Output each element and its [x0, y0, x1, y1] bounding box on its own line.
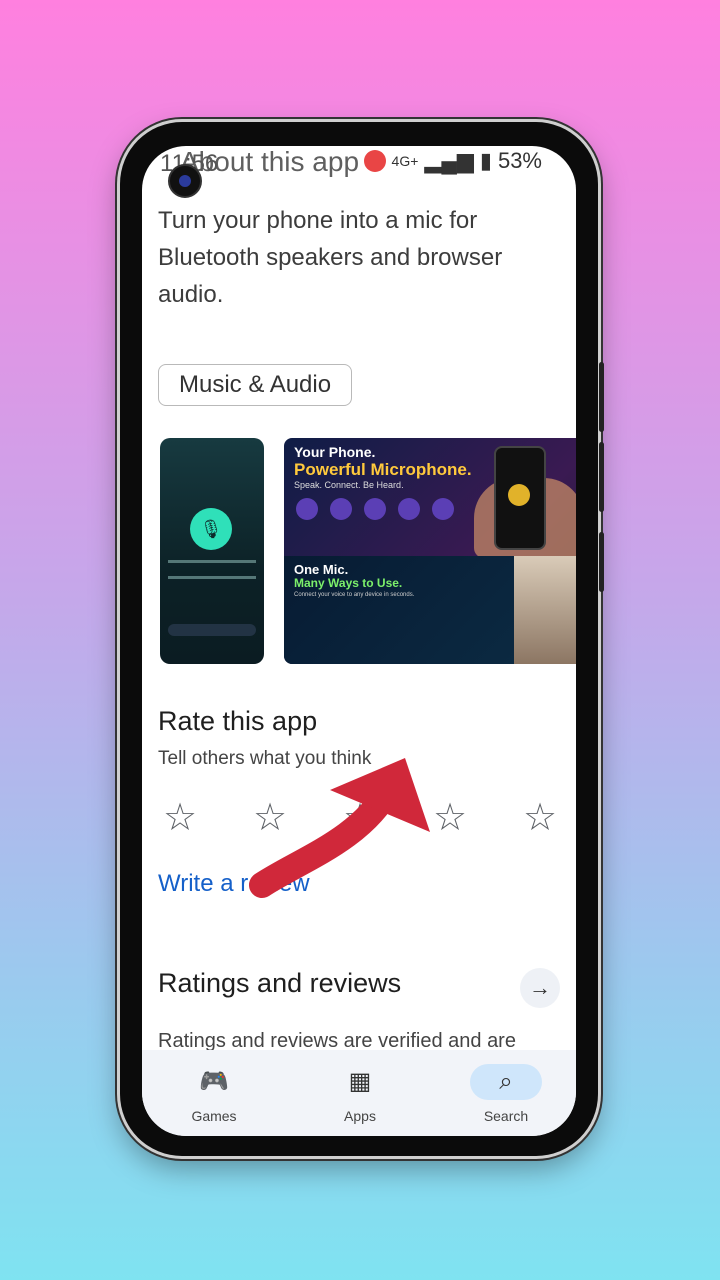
screen-record-icon	[363, 150, 386, 172]
write-review-link[interactable]: Write a review	[158, 870, 310, 898]
ratings-arrow-icon[interactable]: →	[520, 968, 560, 1008]
star-5-icon[interactable]: ☆	[520, 798, 560, 838]
screen: About this app 11:56 4G+ ▂▄▆ ▮ 53% Turn …	[142, 146, 576, 1136]
promo-headline: Powerful Microphone.	[294, 460, 472, 479]
ratings-title: Ratings and reviews	[158, 968, 402, 998]
star-4-icon[interactable]: ☆	[430, 798, 470, 838]
promo-bottom-title: One Mic.	[294, 562, 349, 577]
volume-up-button	[599, 362, 604, 432]
rate-title: Rate this app	[158, 706, 318, 736]
phone-frame: About this app 11:56 4G+ ▂▄▆ ▮ 53% Turn …	[120, 122, 604, 1156]
promo-bottom-tagline: Connect your voice to any device in seco…	[294, 592, 415, 598]
nav-search[interactable]: ⌕	[470, 1064, 542, 1100]
category-chip[interactable]: Music & Audio	[158, 364, 353, 406]
signal-icon: ▂▄▆	[424, 148, 474, 173]
promo-title: Your Phone.	[294, 444, 376, 460]
screenshot-1[interactable]: 🎙	[160, 438, 264, 664]
search-icon: ⌕	[499, 1068, 513, 1095]
rate-subtitle: Tell others what you think	[158, 748, 372, 769]
star-2-icon[interactable]: ☆	[250, 798, 290, 838]
front-camera	[168, 164, 202, 198]
promo-bottom-headline: Many Ways to Use.	[294, 576, 403, 590]
mic-icon	[508, 484, 530, 506]
battery-percent: 53%	[497, 148, 542, 173]
bottom-nav: 🎮 Games ▦ Apps ⌕ Search	[142, 1050, 576, 1136]
network-label: 4G+	[391, 153, 419, 169]
power-button	[599, 532, 604, 592]
meeting-photo	[514, 556, 576, 664]
screenshot-2[interactable]: Your Phone. Powerful Microphone. Speak. …	[284, 438, 576, 664]
wifi-icon	[330, 498, 352, 520]
volume-bar	[168, 576, 256, 579]
mic-icon: 🎙	[190, 508, 232, 550]
nav-apps-label: Apps	[344, 1108, 376, 1124]
promo-top-panel: Your Phone. Powerful Microphone. Speak. …	[284, 438, 576, 558]
nav-apps[interactable]: ▦	[324, 1064, 396, 1100]
screenshot-carousel[interactable]: 🎙 Your Phone. Powerful Microphone. Speak…	[160, 436, 576, 666]
app-description: Turn your phone into a mic for Bluetooth…	[158, 207, 503, 308]
status-bar: About this app 11:56 4G+ ▂▄▆ ▮ 53%	[142, 146, 576, 186]
nav-games[interactable]: 🎮	[178, 1064, 250, 1100]
apps-icon: ▦	[348, 1068, 372, 1095]
phone-mockup	[494, 446, 546, 550]
gamepad-icon: 🎮	[199, 1068, 229, 1095]
volume-down-button	[599, 442, 604, 512]
nav-games-label: Games	[191, 1108, 237, 1124]
bluetooth-icon	[296, 498, 318, 520]
star-3-icon[interactable]: ☆	[340, 798, 380, 838]
nav-search-label: Search	[483, 1108, 529, 1124]
classroom-icon	[364, 498, 386, 520]
mode-toggle	[168, 624, 256, 636]
announcement-icon	[432, 498, 454, 520]
level-bar	[168, 560, 256, 563]
promo-tagline: Speak. Connect. Be Heard.	[294, 480, 404, 490]
star-rating[interactable]: ☆ ☆ ☆ ☆ ☆	[160, 798, 560, 838]
battery-icon: ▮	[479, 148, 492, 173]
status-icons: 4G+ ▂▄▆ ▮ 53%	[363, 148, 542, 174]
karaoke-icon	[398, 498, 420, 520]
star-1-icon[interactable]: ☆	[160, 798, 200, 838]
promo-bottom-panel: One Mic. Many Ways to Use. Connect your …	[284, 556, 576, 664]
